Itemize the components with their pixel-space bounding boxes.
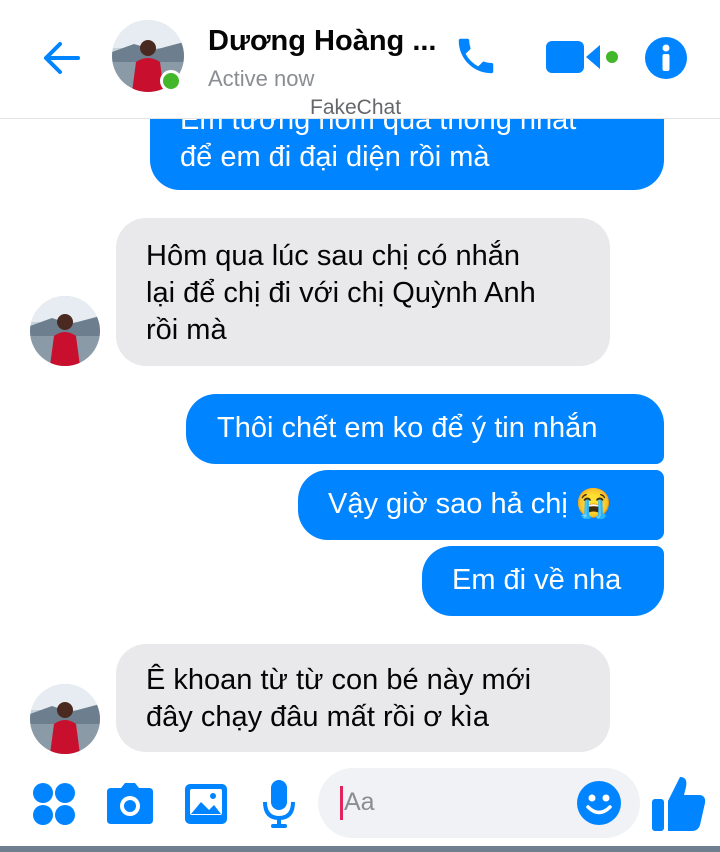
emoji-button[interactable] bbox=[574, 778, 624, 828]
presence-dot bbox=[160, 70, 182, 92]
message-line: để em đi đại diện rồi mà bbox=[180, 141, 490, 173]
watermark: FakeChat bbox=[310, 96, 402, 119]
call-button[interactable] bbox=[450, 30, 502, 82]
message-line: lại để chị đi với chị Quỳnh Anh bbox=[146, 277, 536, 309]
message-bubble-outgoing[interactable]: Em đi về nha bbox=[422, 546, 664, 616]
message-line: Em đi về nha bbox=[452, 564, 622, 596]
gallery-icon bbox=[185, 784, 227, 824]
voice-button[interactable] bbox=[254, 776, 304, 832]
message-line: Vậy giờ sao hả chị 😭 bbox=[328, 488, 613, 520]
active-status: Active now bbox=[208, 66, 315, 91]
camera-icon bbox=[107, 783, 153, 824]
message-composer: Aa bbox=[0, 760, 720, 852]
back-arrow-icon bbox=[44, 42, 80, 74]
message-line: đây chạy đâu mất rồi ơ kìa bbox=[146, 701, 490, 733]
message-bubble-incoming[interactable]: Ê khoan từ từ con bé này mới đây chạy đâ… bbox=[116, 644, 610, 752]
like-button[interactable] bbox=[648, 770, 710, 836]
emoji-icon bbox=[577, 781, 621, 825]
message-input[interactable]: Aa bbox=[318, 768, 640, 838]
microphone-icon bbox=[263, 780, 295, 828]
contact-avatar[interactable] bbox=[30, 684, 100, 754]
message-line: Hôm qua lúc sau chị có nhắn bbox=[146, 240, 520, 272]
apps-button[interactable] bbox=[28, 778, 80, 830]
camera-button[interactable] bbox=[104, 778, 156, 830]
input-placeholder: Aa bbox=[344, 788, 375, 816]
info-icon bbox=[645, 37, 687, 79]
system-nav-bar bbox=[0, 846, 720, 852]
apps-grid-icon bbox=[33, 783, 75, 825]
message-bubble-outgoing[interactable]: Thôi chết em ko để ý tin nhắn bbox=[186, 394, 664, 464]
message-bubble-incoming[interactable]: Hôm qua lúc sau chị có nhắn lại để chị đ… bbox=[116, 218, 610, 366]
phone-icon bbox=[458, 38, 494, 74]
message-bubble-outgoing[interactable]: Vậy giờ sao hả chị 😭 bbox=[298, 470, 664, 540]
message-line: Thôi chết em ko để ý tin nhắn bbox=[217, 412, 598, 444]
contact-avatar[interactable] bbox=[30, 296, 100, 366]
gallery-button[interactable] bbox=[180, 778, 232, 830]
message-line: Ê khoan từ từ con bé này mới bbox=[146, 664, 532, 696]
text-caret bbox=[340, 786, 343, 820]
video-call-button[interactable] bbox=[542, 34, 628, 80]
message-line: rồi mà bbox=[146, 314, 227, 346]
back-button[interactable] bbox=[36, 36, 84, 80]
contact-name[interactable]: Dương Hoàng ... bbox=[208, 25, 437, 58]
info-button[interactable] bbox=[642, 34, 690, 82]
conversation: Em tưởng hôm qua thống nhất để em đi đại… bbox=[0, 0, 720, 852]
thumbs-up-icon bbox=[652, 777, 706, 831]
video-call-icon bbox=[546, 41, 618, 73]
